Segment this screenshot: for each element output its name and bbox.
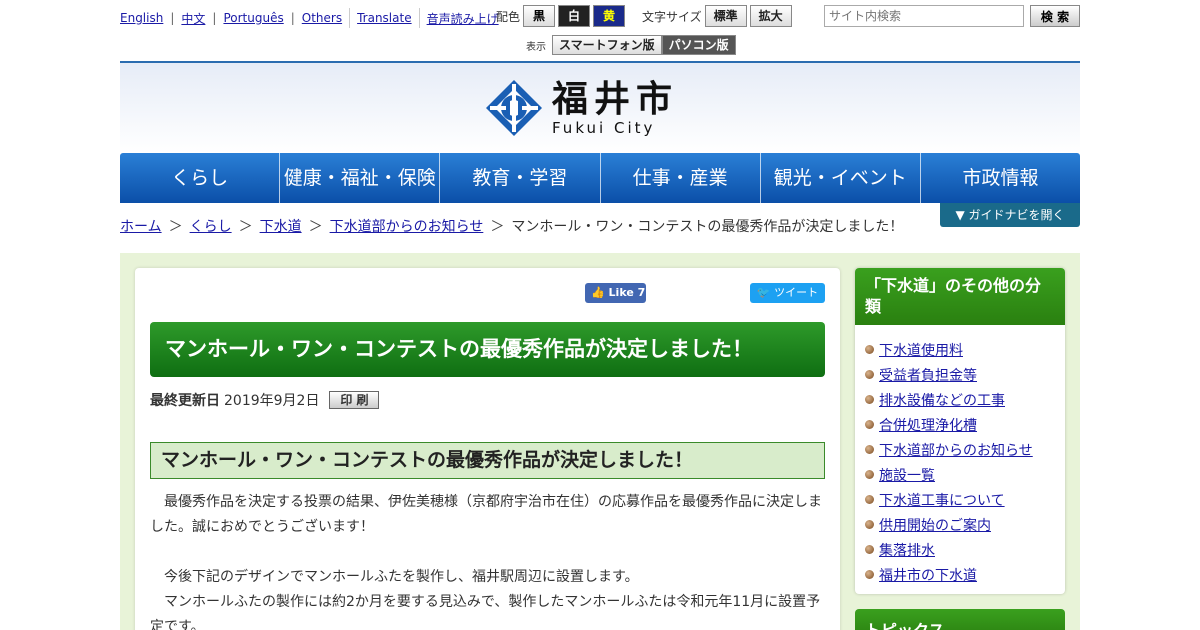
lang-english-link[interactable]: English [120,11,163,25]
last-updated: 最終更新日 2019年9月2日 印 刷 [150,390,380,410]
utility-bar: English | 中文 | Português | Others Transl… [120,0,1080,60]
article-paragraph: 今後下記のデザインでマンホールふたを製作し、福井駅周辺に設置します。 [164,569,639,585]
twitter-bird-icon: 🐦 [756,286,771,299]
sidebar-item: 合併処理浄化槽 [865,412,1065,437]
guide-nav-button[interactable]: ▼ ガイドナビを開く [940,203,1080,227]
site-header: 福井市 Fukui City [120,61,1080,153]
breadcrumb-sewer[interactable]: 下水道 [260,216,302,236]
sidebar-list: 下水道使用料 受益者負担金等 排水設備などの工事 合併処理浄化槽 下水道部からの… [855,325,1065,587]
breadcrumb-current: マンホール・ワン・コンテストの最優秀作品が決定しました！ [511,219,904,235]
sidebar-item: 集落排水 [865,537,1065,562]
city-emblem-icon [486,80,542,136]
page-title: マンホール・ワン・コンテストの最優秀作品が決定しました！ [150,322,825,377]
search-button[interactable]: 検 索 [1030,5,1080,27]
color-label: 配色 [496,9,521,24]
color-yellow-button[interactable]: 黄 [593,5,626,27]
sidebar-categories: 「下水道」のその他の分類 下水道使用料 受益者負担金等 排水設備などの工事 合併… [855,268,1065,594]
sidebar-link[interactable]: 合併処理浄化槽 [879,415,977,435]
bullet-icon [865,520,874,529]
sidebar-link[interactable]: 受益者負担金等 [879,365,977,385]
sidebar-item: 受益者負担金等 [865,362,1065,387]
breadcrumb-kurashi[interactable]: くらし [190,216,232,236]
logo-japanese: 福井市 [552,78,679,120]
nav-item-city-info[interactable]: 市政情報 [921,153,1080,203]
bullet-icon [865,420,874,429]
updated-date: 2019年9月2日 [224,393,320,409]
updated-label: 最終更新日 [150,393,220,409]
bullet-icon [865,545,874,554]
article-body: 最優秀作品を決定する投票の結果、伊佐美穂様（京都府宇治市在住）の応募作品を最優秀… [150,490,825,630]
nav-item-education[interactable]: 教育・学習 [440,153,601,203]
nav-item-kurashi[interactable]: くらし [120,153,281,203]
nav-item-tourism[interactable]: 観光・イベント [761,153,921,203]
global-nav: くらし 健康・福祉・保険 教育・学習 仕事・産業 観光・イベント 市政情報 [120,153,1080,203]
sidebar-item: 福井市の下水道 [865,562,1065,587]
sidebar-item: 供用開始のご案内 [865,512,1065,537]
sidebar-topics-title: トピックス [855,609,1065,630]
bullet-icon [865,445,874,454]
bullet-icon [865,395,874,404]
display-label: 表示 [526,41,546,53]
sidebar-title: 「下水道」のその他の分類 [855,268,1065,325]
facebook-like-button[interactable]: 👍 Like 7 [585,283,646,303]
lang-portuguese-link[interactable]: Português [223,11,283,25]
color-black-button[interactable]: 黒 [523,5,556,27]
bullet-icon [865,570,874,579]
smartphone-view-button[interactable]: スマートフォン版 [552,35,662,55]
sidebar-link[interactable]: 供用開始のご案内 [879,515,991,535]
color-scheme-group: 配色 黒 白 黄 [496,5,626,27]
sidebar-link[interactable]: 福井市の下水道 [879,565,977,585]
sidebar-item: 排水設備などの工事 [865,387,1065,412]
sidebar-item: 下水道部からのお知らせ [865,437,1065,462]
sidebar-link[interactable]: 施設一覧 [879,465,935,485]
sidebar-item: 下水道工事について [865,487,1065,512]
breadcrumb: ホーム ＞ くらし ＞ 下水道 ＞ 下水道部からのお知らせ ＞ マンホール・ワン… [120,216,903,236]
article-paragraph: 最優秀作品を決定する投票の結果、伊佐美穂様（京都府宇治市在住）の応募作品を最優秀… [150,494,822,535]
pc-view-button[interactable]: パソコン版 [661,35,736,55]
text-size-label: 文字サイズ [642,9,702,24]
print-button[interactable]: 印 刷 [329,391,380,409]
article-heading: マンホール・ワン・コンテストの最優秀作品が決定しました！ [150,442,825,479]
text-size-normal-button[interactable]: 標準 [704,5,747,27]
tweet-button[interactable]: 🐦 ツイート [750,283,825,303]
lang-chinese-link[interactable]: 中文 [181,10,205,27]
logo-english: Fukui City [552,119,656,137]
color-white-button[interactable]: 白 [558,5,591,27]
sidebar-link[interactable]: 排水設備などの工事 [879,390,1005,410]
sidebar-link[interactable]: 下水道部からのお知らせ [879,440,1033,460]
sidebar-item: 下水道使用料 [865,337,1065,362]
breadcrumb-home[interactable]: ホーム [120,216,162,236]
text-size-group: 文字サイズ 標準 拡大 [638,5,792,27]
article-panel: 👍 Like 7 🐦 ツイート マンホール・ワン・コンテストの最優秀作品が決定し… [135,268,840,630]
bullet-icon [865,495,874,504]
display-mode-group: 表示 スマートフォン版 パソコン版 [526,35,736,55]
breadcrumb-notices[interactable]: 下水道部からのお知らせ [330,216,484,236]
translate-link[interactable]: Translate [357,11,412,25]
thumbs-up-icon: 👍 [591,286,605,299]
site-search: 検 索 [824,5,1080,27]
language-links: English | 中文 | Português | Others Transl… [120,8,499,28]
sidebar-link[interactable]: 下水道使用料 [879,340,963,360]
lang-others-link[interactable]: Others [302,11,342,25]
sidebar-item: 施設一覧 [865,462,1065,487]
sidebar-link[interactable]: 集落排水 [879,540,935,560]
bullet-icon [865,345,874,354]
article-paragraph: マンホールふたの製作には約2か月を要する見込みで、製作したマンホールふたは令和元… [150,594,821,630]
text-size-large-button[interactable]: 拡大 [749,5,792,27]
sidebar-link[interactable]: 下水道工事について [879,490,1005,510]
site-logo[interactable]: 福井市 Fukui City [486,79,678,137]
nav-item-health[interactable]: 健康・福祉・保険 [280,153,441,203]
bullet-icon [865,470,874,479]
nav-item-business[interactable]: 仕事・産業 [601,153,761,203]
read-aloud-link[interactable]: 音声読み上げ [427,10,499,27]
search-input[interactable] [824,5,1024,27]
bullet-icon [865,370,874,379]
